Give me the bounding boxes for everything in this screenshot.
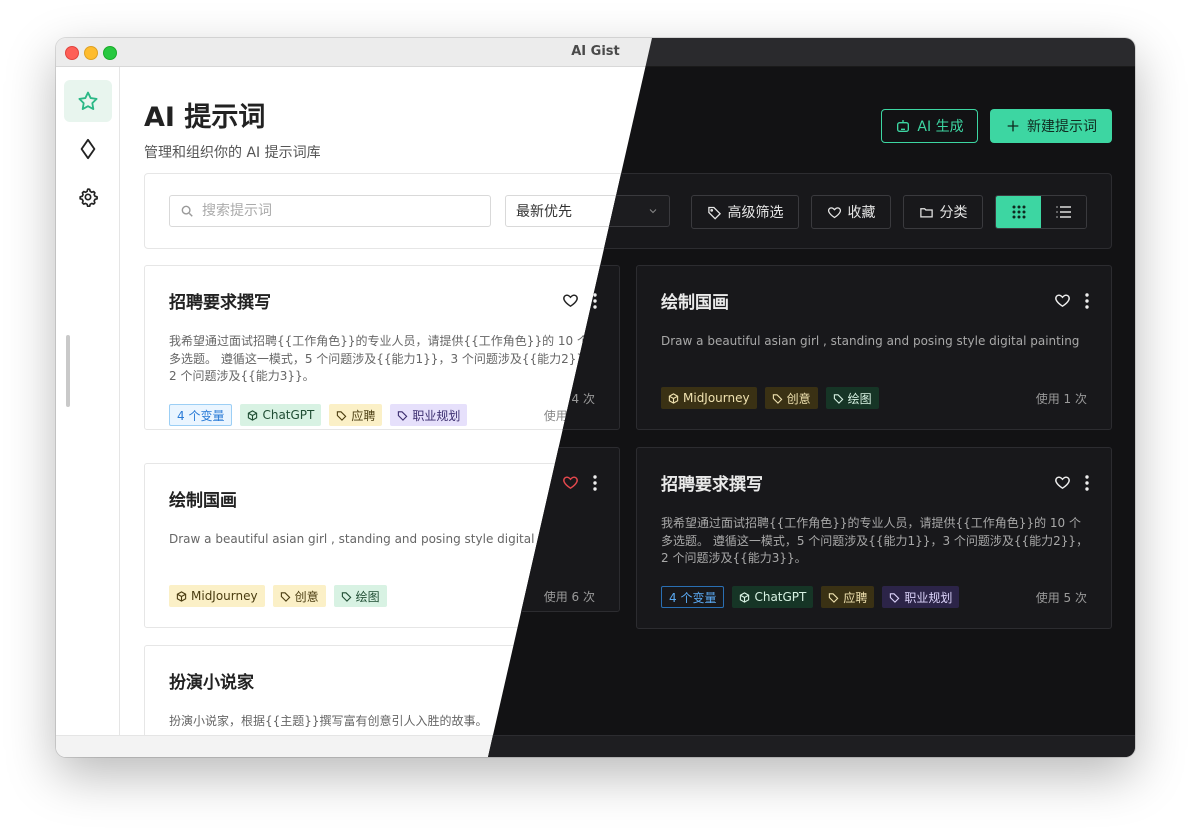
variables-tag[interactable]: 4 个变量 bbox=[169, 404, 233, 426]
card-title: 招聘要求撰写 bbox=[169, 293, 271, 313]
card-tags: MidJourney 创意 绘图 bbox=[169, 585, 387, 607]
category-tag[interactable]: 职业规划 bbox=[390, 404, 468, 426]
page-title: AI 提示词 bbox=[144, 102, 266, 133]
advanced-filter-button[interactable]: 高级筛选 bbox=[691, 195, 799, 229]
category-tag-label: 职业规划 bbox=[412, 408, 461, 423]
new-prompt-button[interactable]: 新建提示词 bbox=[990, 109, 1112, 143]
sort-select[interactable]: 最新优先 bbox=[505, 195, 670, 227]
model-tag[interactable]: ChatGPT bbox=[240, 404, 322, 426]
model-tag-label: ChatGPT bbox=[262, 408, 315, 422]
tag-icon bbox=[280, 591, 291, 602]
title-bar: AI Gist bbox=[56, 38, 1135, 67]
model-tag-label: MidJourney bbox=[191, 589, 258, 603]
search-input[interactable] bbox=[200, 202, 484, 220]
cube-icon bbox=[176, 590, 187, 602]
view-toggle bbox=[995, 195, 1087, 229]
sidebar bbox=[56, 67, 120, 757]
tag-icon bbox=[707, 205, 722, 220]
scrollbar[interactable] bbox=[66, 335, 70, 407]
tag-icon bbox=[336, 410, 347, 421]
favorite-filter-label: 收藏 bbox=[847, 205, 876, 221]
tag-icon bbox=[341, 591, 352, 602]
model-tag[interactable]: MidJourney bbox=[169, 585, 265, 607]
status-bar bbox=[56, 735, 1135, 757]
grid-icon bbox=[1012, 205, 1026, 219]
category-label: 分类 bbox=[939, 205, 968, 221]
search-icon bbox=[180, 204, 194, 218]
sidebar-item-settings[interactable] bbox=[64, 176, 112, 218]
sidebar-item-models[interactable] bbox=[64, 128, 112, 170]
category-button[interactable]: 分类 bbox=[903, 195, 983, 229]
page-subtitle: 管理和组织你的 AI 提示词库 bbox=[144, 145, 321, 161]
category-tag-label: 绘图 bbox=[355, 589, 380, 604]
card-actions bbox=[562, 292, 597, 309]
list-view-button[interactable] bbox=[1041, 196, 1086, 228]
card-tags: 4 个变量 ChatGPT 应聘 职业规划 bbox=[169, 404, 468, 426]
new-prompt-label: 新建提示词 bbox=[1027, 119, 1097, 135]
card-description: Draw a beautiful asian girl , standing a… bbox=[169, 532, 588, 546]
more-menu-icon[interactable] bbox=[593, 292, 597, 309]
cube-icon bbox=[247, 409, 258, 421]
card-description: 我希望通过面试招聘{{工作角色}}的专业人员，请提供{{工作角色}}的 10 个… bbox=[169, 334, 597, 383]
chevron-down-icon bbox=[647, 205, 659, 217]
usage-count: 使用 4 次 bbox=[543, 409, 595, 423]
gear-icon bbox=[78, 187, 98, 207]
star-icon bbox=[77, 90, 99, 112]
usage-count: 使用 6 次 bbox=[543, 590, 595, 604]
card-title: 扮演小说家 bbox=[169, 673, 254, 693]
prompt-card[interactable]: 招聘要求撰写 我希望通过面试招聘{{工作角色}}的专业人员，请提供{{工作角色}… bbox=[144, 265, 620, 430]
card-actions bbox=[562, 490, 597, 507]
list-icon bbox=[1056, 206, 1071, 218]
grid-view-button[interactable] bbox=[996, 196, 1041, 228]
advanced-filter-label: 高级筛选 bbox=[727, 205, 784, 221]
category-tag-label: 创意 bbox=[294, 589, 319, 604]
main-content: AI 提示词 管理和组织你的 AI 提示词库 AI 生成 新建提示词 最新优先 … bbox=[120, 67, 1135, 757]
folder-icon bbox=[919, 205, 934, 220]
tag-icon bbox=[397, 410, 408, 421]
sort-select-value: 最新优先 bbox=[516, 204, 572, 220]
card-title: 绘制国画 bbox=[169, 491, 237, 511]
app-window: AI Gist AI 提示词 管理和组织你的 AI 提示词库 AI 生成 新建提… bbox=[56, 38, 1135, 757]
ai-generate-button[interactable]: AI 生成 bbox=[881, 109, 978, 143]
more-menu-icon[interactable] bbox=[593, 490, 597, 507]
heart-icon[interactable] bbox=[562, 292, 579, 309]
heart-icon bbox=[827, 205, 842, 220]
category-tag[interactable]: 绘图 bbox=[333, 585, 387, 607]
sidebar-item-prompts[interactable] bbox=[64, 80, 112, 122]
card-description: 扮演小说家，根据{{主题}}撰写富有创意引人入胜的故事。 bbox=[169, 714, 488, 728]
window-title: AI Gist bbox=[571, 44, 620, 59]
category-tag[interactable]: 创意 bbox=[272, 585, 326, 607]
category-tag-label: 应聘 bbox=[351, 408, 376, 423]
heart-icon[interactable] bbox=[562, 490, 579, 507]
toolbar: 最新优先 高级筛选 收藏 分类 bbox=[144, 173, 1112, 249]
diamond-icon bbox=[78, 138, 98, 160]
favorite-filter-button[interactable]: 收藏 bbox=[811, 195, 891, 229]
search-box[interactable] bbox=[169, 195, 491, 227]
prompt-card[interactable]: 绘制国画 Draw a beautiful asian girl , stand… bbox=[144, 463, 620, 628]
robot-icon bbox=[895, 118, 911, 134]
category-tag[interactable]: 应聘 bbox=[329, 404, 383, 426]
ai-generate-label: AI 生成 bbox=[917, 119, 964, 135]
plus-icon bbox=[1005, 118, 1021, 134]
